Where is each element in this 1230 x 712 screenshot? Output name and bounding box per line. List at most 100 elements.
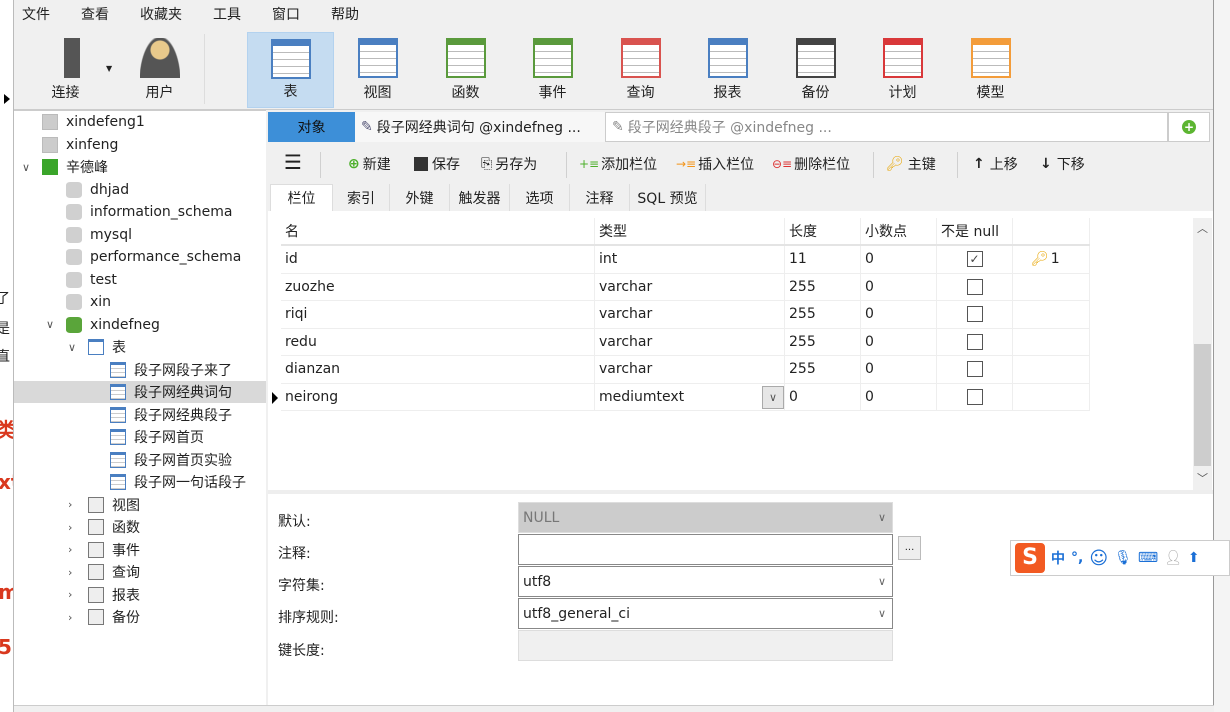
cell-length[interactable]: 255 <box>785 328 861 355</box>
ime-punct[interactable]: °, <box>1071 550 1083 566</box>
tree-group-query[interactable]: › 查询 <box>14 561 266 583</box>
toolbar-connection-button[interactable]: 连接 <box>22 32 109 108</box>
chevron-right-icon[interactable]: › <box>68 588 72 601</box>
cell-decimals[interactable]: 0 <box>861 273 937 300</box>
tree-database[interactable]: xin <box>14 291 266 313</box>
tree-connection[interactable]: xinfeng <box>14 134 266 156</box>
cell-name[interactable]: dianzan <box>281 356 595 383</box>
cell-decimals[interactable]: 0 <box>861 356 937 383</box>
subtab[interactable]: 外键 <box>390 184 450 211</box>
tree-tables-group[interactable]: ∨ 表 <box>14 336 266 358</box>
skin-icon[interactable]: ⬆ <box>1188 550 1200 566</box>
toolbar-schedule-button[interactable]: 计划 <box>859 32 946 108</box>
tree-table[interactable]: 段子网首页 <box>14 426 266 448</box>
menu-window[interactable]: 窗口 <box>272 4 300 24</box>
toolbar-report-button[interactable]: 报表 <box>684 32 771 108</box>
tree-database[interactable]: test <box>14 269 266 291</box>
new-button[interactable]: ⊕ 新建 <box>348 154 391 174</box>
scroll-up-icon[interactable]: ︿ <box>1197 220 1208 236</box>
table-row[interactable]: id int 11 0 ✓ 🔑︎ 1 <box>281 246 1090 274</box>
chevron-right-icon[interactable]: › <box>68 498 72 511</box>
subtab[interactable]: 索引 <box>333 184 390 211</box>
cell-not-null[interactable]: ✓ <box>937 246 1013 273</box>
toolbar-function-button[interactable]: 函数 <box>422 32 509 108</box>
cell-name[interactable]: redu <box>281 328 595 355</box>
comment-edit-button[interactable]: ... <box>898 536 921 560</box>
menu-help[interactable]: 帮助 <box>331 4 359 24</box>
tree-table[interactable]: 段子网段子来了 <box>14 359 266 381</box>
tree-database[interactable]: dhjad <box>14 179 266 201</box>
ime-mode[interactable]: 中 <box>1051 548 1065 568</box>
cell-name[interactable]: id <box>281 246 595 273</box>
toolbar-event-button[interactable]: 事件 <box>509 32 596 108</box>
toolbar-model-button[interactable]: 模型 <box>947 32 1034 108</box>
cell-decimals[interactable]: 0 <box>861 328 937 355</box>
add-field-button[interactable]: +≡ 添加栏位 <box>579 154 657 174</box>
move-up-button[interactable]: ↑ 上移 <box>973 154 1018 174</box>
table-row[interactable]: neirong mediumtext ∨ 0 0 <box>272 383 1090 411</box>
toolbar-view-button[interactable]: 视图 <box>334 32 421 108</box>
column-header[interactable]: 长度 <box>785 218 861 244</box>
cell-length[interactable]: 11 <box>785 246 861 273</box>
cell-not-null[interactable] <box>937 356 1013 383</box>
toolbar-query-button[interactable]: 查询 <box>597 32 684 108</box>
chevron-down-icon[interactable]: ∨ <box>22 161 30 174</box>
chevron-right-icon[interactable]: › <box>68 521 72 534</box>
table-row[interactable]: redu varchar 255 0 <box>281 328 1090 356</box>
cell-decimals[interactable]: 0 <box>861 301 937 328</box>
tree-connection[interactable]: ∨ 辛德峰 <box>14 156 266 178</box>
microphone-icon[interactable]: 🎙︎ <box>1114 550 1132 566</box>
tree-group-backup[interactable]: › 备份 <box>14 606 266 628</box>
not-null-checkbox[interactable] <box>966 333 983 350</box>
menu-favorites[interactable]: 收藏夹 <box>140 4 182 24</box>
tree-table[interactable]: 段子网一句话段子 <box>14 471 266 493</box>
insert-field-button[interactable]: →≡ 插入栏位 <box>676 154 754 174</box>
cell-type[interactable]: int <box>595 246 785 273</box>
toolbar-backup-button[interactable]: 备份 <box>772 32 859 108</box>
primary-key-button[interactable]: 🔑︎ 主键 <box>886 154 936 174</box>
cell-type[interactable]: varchar <box>595 328 785 355</box>
tree-database[interactable]: information_schema <box>14 201 266 223</box>
tree-table[interactable]: 段子网首页实验 <box>14 449 266 471</box>
not-null-checkbox[interactable] <box>966 388 983 405</box>
cell-type[interactable]: varchar <box>595 356 785 383</box>
cell-length[interactable]: 255 <box>785 273 861 300</box>
chevron-down-icon[interactable]: ∨ <box>46 318 54 331</box>
cell-not-null[interactable] <box>937 273 1013 300</box>
column-header[interactable] <box>1013 218 1090 244</box>
tree-database[interactable]: ∨ xindefneg <box>14 314 266 336</box>
tree-table[interactable]: 段子网经典段子 <box>14 404 266 426</box>
subtab[interactable]: 注释 <box>570 184 630 211</box>
not-null-checkbox[interactable]: ✓ <box>966 251 983 268</box>
table-row[interactable]: zuozhe varchar 255 0 <box>281 273 1090 301</box>
move-down-button[interactable]: ↓ 下移 <box>1040 154 1085 174</box>
cell-length[interactable]: 255 <box>785 356 861 383</box>
menu-tools[interactable]: 工具 <box>213 4 241 24</box>
toolbar-table-button[interactable]: 表 <box>247 32 334 108</box>
menu-icon[interactable]: ☰ <box>284 150 302 174</box>
emoji-icon[interactable]: ☺ <box>1089 548 1108 569</box>
collation-select[interactable]: utf8_general_ci ∨ <box>518 598 893 629</box>
column-header[interactable]: 名 <box>281 218 595 244</box>
not-null-checkbox[interactable] <box>966 361 983 378</box>
cell-type[interactable]: varchar <box>595 301 785 328</box>
menu-file[interactable]: 文件 <box>22 4 50 24</box>
cell-not-null[interactable] <box>937 301 1013 328</box>
not-null-checkbox[interactable] <box>966 278 983 295</box>
save-as-button[interactable]: ⎘ 另存为 <box>481 154 537 174</box>
subtab[interactable]: 栏位 <box>270 184 333 211</box>
column-header[interactable]: 类型 <box>595 218 785 244</box>
tab-objects[interactable]: 对象 <box>268 112 355 142</box>
scroll-down-icon[interactable]: ﹀ <box>1197 470 1208 486</box>
cell-type[interactable]: varchar <box>595 273 785 300</box>
table-row[interactable]: riqi varchar 255 0 <box>281 301 1090 329</box>
tree-database[interactable]: mysql <box>14 224 266 246</box>
type-dropdown-icon[interactable]: ∨ <box>762 385 784 409</box>
subtab[interactable]: 选项 <box>510 184 570 211</box>
tree-group-report[interactable]: › 报表 <box>14 584 266 606</box>
tree-group-view[interactable]: › 视图 <box>14 494 266 516</box>
chevron-down-icon[interactable]: ▼ <box>106 64 112 73</box>
column-header[interactable]: 不是 null <box>937 218 1013 244</box>
cell-length[interactable]: 255 <box>785 301 861 328</box>
new-tab-button[interactable]: + <box>1168 112 1210 142</box>
